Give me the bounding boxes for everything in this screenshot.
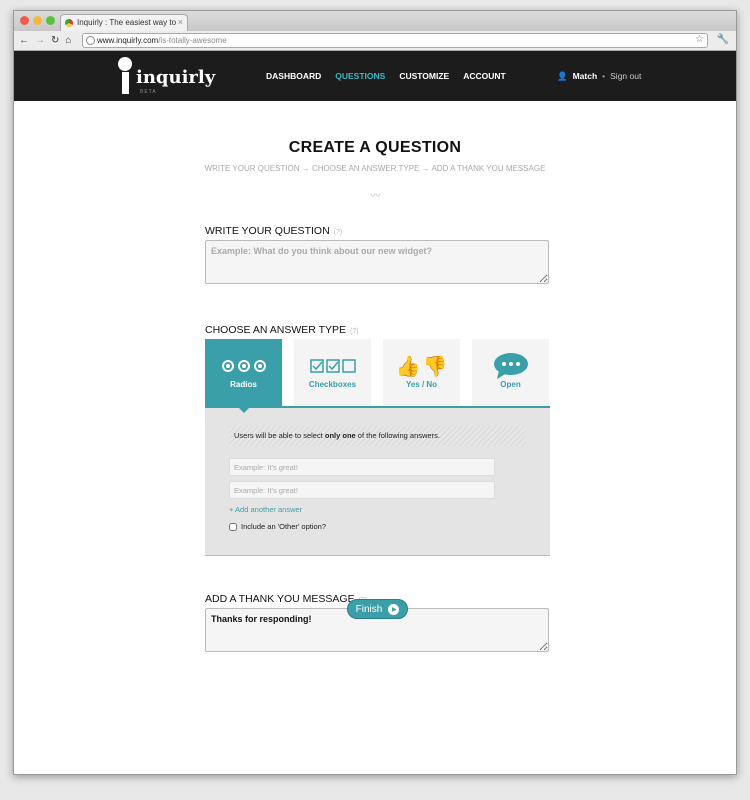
answer-hint: Users will be able to select only one of… — [229, 426, 525, 446]
separator: • — [602, 71, 606, 81]
url-path: /is-totally-awesome — [158, 36, 227, 45]
user-name[interactable]: Match — [573, 71, 598, 82]
type-checkboxes[interactable]: Checkboxes — [294, 339, 371, 406]
arrow: → — [421, 164, 430, 173]
logo-person-icon — [118, 57, 132, 95]
browser-tab[interactable]: Inquirly : The easiest way to × — [60, 14, 188, 31]
beta-label: BETA — [140, 89, 157, 95]
checkbox-icon — [294, 352, 371, 380]
nav-dashboard[interactable]: DASHBOARD — [266, 71, 321, 81]
nav-customize[interactable]: CUSTOMIZE — [399, 71, 449, 81]
back-icon[interactable]: ← — [19, 35, 29, 46]
finish-button[interactable]: Finish ▶ — [347, 599, 408, 619]
type-label: Radios — [230, 380, 257, 389]
hint-bold: only one — [324, 431, 356, 440]
other-option-checkbox[interactable] — [229, 522, 237, 531]
radios-panel: Users will be able to select only one of… — [205, 406, 550, 556]
logo-text: inquirly — [136, 67, 216, 88]
other-option[interactable]: Include an 'Other' option? — [229, 522, 550, 531]
home-icon[interactable]: ⌂ — [65, 35, 71, 46]
answer-type-label-text: CHOOSE AN ANSWER TYPE — [205, 324, 347, 336]
hint-text: of the following answers. — [355, 431, 440, 440]
radio-icon — [205, 352, 282, 380]
step-breadcrumb: WRITE YOUR QUESTION → CHOOSE AN ANSWER T… — [14, 164, 736, 173]
tab-bar: Inquirly : The easiest way to × — [14, 11, 736, 31]
answer-type-tabs: Radios Checkboxes 👍 👎 Yes / No Open — [205, 339, 550, 413]
hint-text: Users will be able to select — [234, 431, 325, 440]
add-answer-link[interactable]: + Add another answer — [229, 505, 550, 514]
step-2: CHOOSE AN ANSWER TYPE — [312, 164, 420, 173]
close-tab-icon[interactable]: × — [178, 17, 183, 27]
site-nav: inquirly BETA DASHBOARD QUESTIONS CUSTOM… — [14, 51, 736, 101]
answer-type-section: CHOOSE AN ANSWER TYPE (?) Radios Checkbox… — [205, 324, 550, 556]
bookmark-star-icon[interactable]: ☆ — [695, 34, 704, 45]
speech-bubble-icon — [472, 352, 549, 380]
answer-input-2[interactable] — [229, 481, 495, 499]
type-label: Checkboxes — [308, 380, 357, 389]
reload-icon[interactable]: ↻ — [51, 35, 59, 46]
step-3: ADD A THANK YOU MESSAGE — [431, 164, 546, 173]
help-icon[interactable]: (?) — [350, 328, 359, 335]
type-yes-no[interactable]: 👍 👎 Yes / No — [383, 339, 460, 406]
help-icon[interactable]: (?) — [334, 229, 343, 236]
url-domain: www.inquirly.com — [97, 36, 159, 45]
type-open[interactable]: Open — [472, 339, 549, 406]
browser-window: Inquirly : The easiest way to × ← → ↻ ⌂ … — [13, 10, 737, 775]
nav-account[interactable]: ACCOUNT — [463, 71, 506, 81]
type-label: Open — [500, 380, 521, 389]
logo[interactable]: inquirly BETA — [118, 57, 215, 95]
finish-label: Finish — [355, 603, 383, 615]
user-menu: 👤 Match • Sign out — [557, 71, 641, 82]
main-menu: DASHBOARD QUESTIONS CUSTOMIZE ACCOUNT — [266, 71, 506, 81]
address-bar[interactable]: www.inquirly.com/is-totally-awesome ☆ — [82, 33, 708, 48]
zigzag-divider-icon: 〰 — [370, 191, 381, 202]
other-option-label: Include an 'Other' option? — [241, 522, 327, 531]
maximize-window-button[interactable] — [46, 16, 55, 25]
nav-questions[interactable]: QUESTIONS — [335, 71, 385, 81]
main-content: CREATE A QUESTION WRITE YOUR QUESTION → … — [14, 101, 736, 202]
question-label: WRITE YOUR QUESTION (?) — [205, 225, 550, 237]
type-label: Yes / No — [405, 380, 438, 389]
arrow: → — [301, 164, 310, 173]
question-label-text: WRITE YOUR QUESTION — [205, 225, 330, 237]
forward-icon[interactable]: → — [35, 35, 45, 46]
answer-input-1[interactable] — [229, 458, 495, 476]
tab-title: Inquirly : The easiest way to — [77, 18, 177, 27]
minimize-window-button[interactable] — [33, 16, 42, 25]
favicon-icon — [65, 19, 73, 27]
thanks-label-text: ADD A THANK YOU MESSAGE — [205, 593, 355, 605]
play-icon: ▶ — [388, 603, 400, 615]
close-window-button[interactable] — [20, 16, 29, 25]
answer-type-label: CHOOSE AN ANSWER TYPE (?) — [205, 324, 550, 336]
globe-icon — [86, 36, 95, 45]
question-input[interactable] — [205, 240, 549, 284]
step-1: WRITE YOUR QUESTION — [204, 164, 300, 173]
page-title: CREATE A QUESTION — [288, 139, 462, 156]
type-radios[interactable]: Radios — [205, 339, 282, 413]
sign-out-link[interactable]: Sign out — [610, 71, 641, 82]
browser-toolbar: ← → ↻ ⌂ www.inquirly.com/is-totally-awes… — [14, 31, 736, 51]
question-section: WRITE YOUR QUESTION (?) — [205, 225, 550, 289]
window-controls — [20, 16, 55, 25]
thumbs-icon: 👍 👎 — [395, 355, 448, 378]
user-icon: 👤 — [557, 71, 568, 81]
wrench-icon[interactable]: 🔧 — [717, 34, 729, 45]
